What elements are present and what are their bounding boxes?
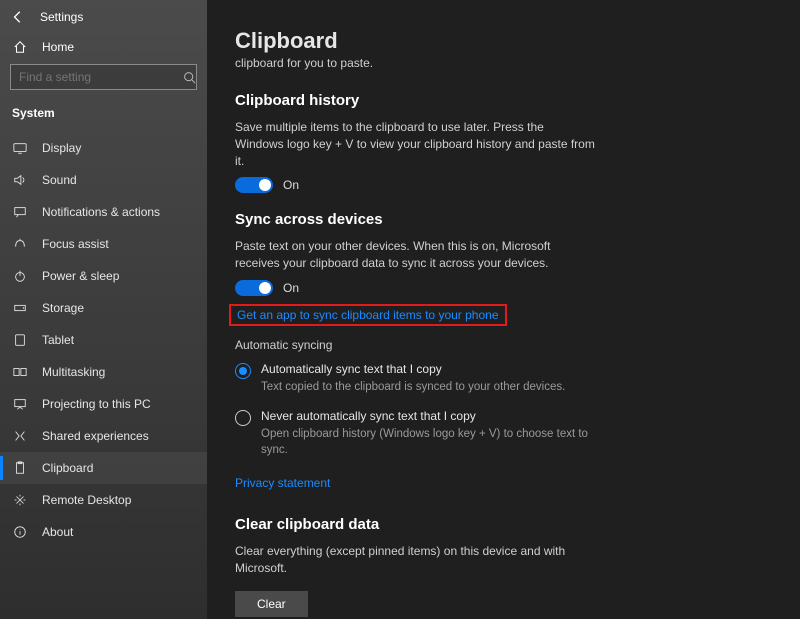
section-clear: Clear clipboard data — [235, 516, 772, 533]
sidebar-item-label: Display — [42, 141, 81, 155]
privacy-statement-link[interactable]: Privacy statement — [235, 476, 330, 490]
search-icon — [182, 71, 196, 84]
sync-toggle-state: On — [283, 281, 299, 295]
multitasking-icon — [12, 365, 28, 379]
sidebar-item-label: Storage — [42, 301, 84, 315]
search-box[interactable] — [10, 64, 197, 90]
history-toggle[interactable] — [235, 177, 273, 193]
sidebar-item-label: Projecting to this PC — [42, 397, 151, 411]
display-icon — [12, 141, 28, 155]
radio-auto-sync-label: Automatically sync text that I copy — [261, 362, 565, 376]
sidebar-item-tablet[interactable]: Tablet — [0, 324, 207, 356]
home-link[interactable]: Home — [8, 34, 199, 64]
sidebar-item-label: Power & sleep — [42, 269, 119, 283]
history-toggle-state: On — [283, 178, 299, 192]
sidebar-item-label: Remote Desktop — [42, 493, 131, 507]
auto-sync-heading: Automatic syncing — [235, 338, 772, 352]
search-input[interactable] — [11, 70, 182, 84]
sync-description: Paste text on your other devices. When t… — [235, 238, 595, 272]
annotation-highlight: Get an app to sync clipboard items to yo… — [229, 304, 507, 326]
sidebar-item-label: Tablet — [42, 333, 74, 347]
sidebar-item-label: Clipboard — [42, 461, 93, 475]
section-heading: System — [8, 104, 199, 132]
sync-toggle[interactable] — [235, 280, 273, 296]
sidebar-item-projecting[interactable]: Projecting to this PC — [0, 388, 207, 420]
sidebar-item-sound[interactable]: Sound — [0, 164, 207, 196]
sidebar-item-label: About — [42, 525, 73, 539]
tablet-icon — [12, 333, 28, 347]
radio-auto-sync-desc: Text copied to the clipboard is synced t… — [261, 379, 565, 395]
remote-desktop-icon — [12, 493, 28, 507]
radio-auto-sync[interactable] — [235, 363, 251, 379]
about-icon — [12, 525, 28, 539]
sidebar-item-label: Focus assist — [42, 237, 109, 251]
clear-button[interactable]: Clear — [235, 591, 308, 617]
sound-icon — [12, 173, 28, 187]
sidebar-item-label: Multitasking — [42, 365, 105, 379]
sidebar-item-notifications[interactable]: Notifications & actions — [0, 196, 207, 228]
home-label: Home — [42, 40, 74, 54]
sidebar-item-shared-experiences[interactable]: Shared experiences — [0, 420, 207, 452]
sidebar-item-focus-assist[interactable]: Focus assist — [0, 228, 207, 260]
sidebar-item-multitasking[interactable]: Multitasking — [0, 356, 207, 388]
sidebar-item-remote-desktop[interactable]: Remote Desktop — [0, 484, 207, 516]
app-title: Settings — [40, 10, 83, 24]
radio-never-sync-desc: Open clipboard history (Windows logo key… — [261, 426, 601, 458]
get-app-link[interactable]: Get an app to sync clipboard items to yo… — [237, 308, 499, 322]
home-icon — [12, 40, 28, 54]
storage-icon — [12, 301, 28, 315]
sidebar-item-display[interactable]: Display — [0, 132, 207, 164]
clear-description: Clear everything (except pinned items) o… — [235, 543, 595, 577]
sidebar-nav: Display Sound Notifications & actions Fo… — [0, 132, 207, 548]
page-title: Clipboard — [235, 28, 772, 54]
shared-experiences-icon — [12, 429, 28, 443]
back-button[interactable] — [10, 10, 26, 24]
focus-assist-icon — [12, 237, 28, 251]
sidebar-item-label: Sound — [42, 173, 77, 187]
page-subtitle: clipboard for you to paste. — [235, 56, 772, 70]
sidebar-item-storage[interactable]: Storage — [0, 292, 207, 324]
sidebar-item-clipboard[interactable]: Clipboard — [0, 452, 207, 484]
history-description: Save multiple items to the clipboard to … — [235, 119, 595, 169]
sidebar-item-power-sleep[interactable]: Power & sleep — [0, 260, 207, 292]
section-sync: Sync across devices — [235, 211, 772, 228]
radio-never-sync-label: Never automatically sync text that I cop… — [261, 409, 601, 423]
sidebar: Settings Home System Display Sound — [0, 0, 207, 619]
projecting-icon — [12, 397, 28, 411]
clipboard-icon — [12, 461, 28, 475]
power-icon — [12, 269, 28, 283]
sidebar-item-label: Shared experiences — [42, 429, 149, 443]
notifications-icon — [12, 205, 28, 219]
sidebar-item-label: Notifications & actions — [42, 205, 160, 219]
section-clipboard-history: Clipboard history — [235, 92, 772, 109]
sidebar-item-about[interactable]: About — [0, 516, 207, 548]
radio-never-sync[interactable] — [235, 410, 251, 426]
main-content: Clipboard clipboard for you to paste. Cl… — [207, 0, 800, 619]
